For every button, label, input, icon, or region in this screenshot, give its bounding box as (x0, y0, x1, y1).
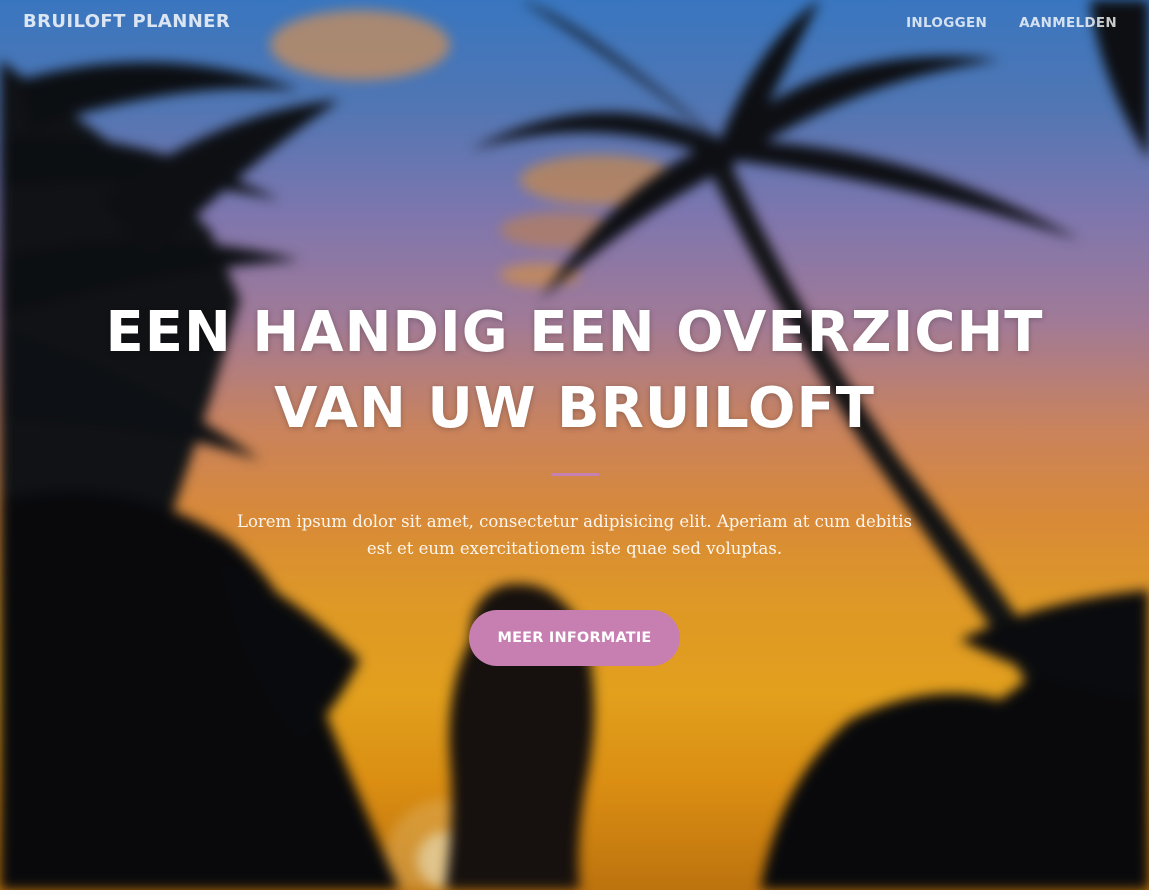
brand-logo-link[interactable]: BRUILOFT PLANNER (23, 11, 230, 32)
nav-link-inloggen[interactable]: INLOGGEN (906, 15, 987, 31)
headline-line-2: VAN UW BRUILOFT (274, 376, 875, 441)
lead-line-1: Lorem ipsum dolor sit amet, consectetur … (237, 512, 912, 531)
page-headline: EEN HANDIG EEN OVERZICHT VAN UW BRUILOFT (75, 295, 1075, 447)
masthead: EEN HANDIG EEN OVERZICHT VAN UW BRUILOFT… (0, 295, 1149, 666)
headline-line-1: EEN HANDIG EEN OVERZICHT (105, 300, 1044, 365)
nav-link-aanmelden[interactable]: AANMELDEN (1019, 15, 1117, 31)
nav-links: INLOGGEN AANMELDEN (906, 15, 1117, 31)
headline-divider (550, 473, 599, 476)
meer-informatie-button[interactable]: MEER INFORMATIE (469, 610, 680, 666)
lead-paragraph: Lorem ipsum dolor sit amet, consectetur … (205, 508, 945, 562)
lead-line-2: est et eum exercitationem iste quae sed … (366, 539, 783, 558)
top-navbar: BRUILOFT PLANNER INLOGGEN AANMELDEN (0, 0, 1149, 48)
